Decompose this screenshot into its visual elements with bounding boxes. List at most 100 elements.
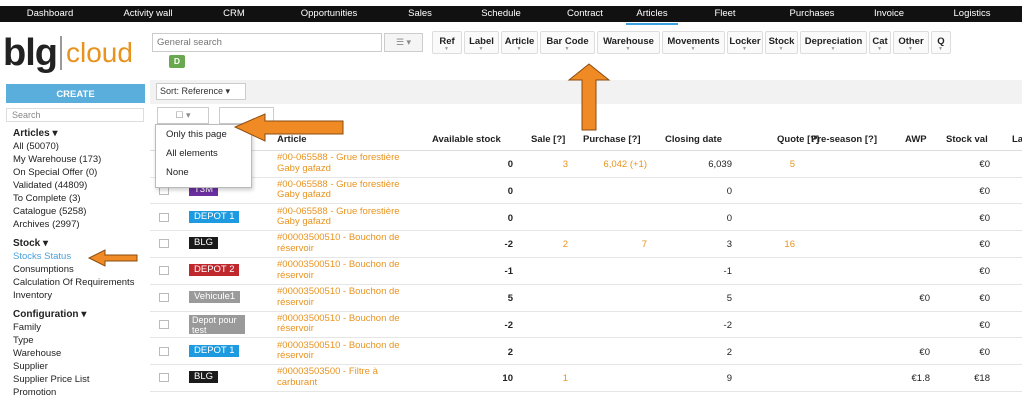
filter-badge-d[interactable]: D	[169, 55, 185, 68]
sidebar-header-configuration[interactable]: Configuration ▾	[13, 308, 153, 321]
sidebar-search-input[interactable]: Search	[6, 108, 144, 122]
filter-tab-depreciation[interactable]: Depreciation ▼	[800, 31, 867, 54]
nav-dashboard[interactable]: Dashboard	[0, 6, 100, 22]
closing-date-cell: 0	[726, 212, 732, 224]
general-search-input[interactable]	[153, 34, 351, 51]
warehouse-tag: Depot pour test	[189, 314, 245, 334]
sidebar-item-family[interactable]: Family	[13, 321, 153, 334]
filter-tab-locker[interactable]: Locker ▼	[727, 31, 763, 54]
article-link[interactable]: #00003500510 - Bouchon de réservoir	[277, 313, 417, 335]
purchase-cell[interactable]: 6,042 (+1)	[603, 159, 647, 170]
column-header-closing-date[interactable]: Closing date	[665, 134, 722, 145]
filter-tab-movements[interactable]: Movements ▼	[662, 31, 725, 54]
filter-tab-cat[interactable]: Cat ▼	[869, 31, 891, 54]
filter-tab-warehouse[interactable]: Warehouse ▼	[597, 31, 660, 54]
sidebar-item-archives-2997[interactable]: Archives (2997)	[13, 218, 153, 231]
stock-val-cell: €0	[979, 319, 990, 331]
row-checkbox[interactable]	[159, 346, 169, 356]
sidebar-item-my-warehouse-173[interactable]: My Warehouse (173)	[13, 153, 153, 166]
sidebar-header-articles[interactable]: Articles ▾	[13, 127, 153, 140]
article-link[interactable]: #00-065588 - Grue forestière Gaby gafazd	[277, 152, 417, 174]
filter-tab-stock[interactable]: Stock ▼	[765, 31, 798, 54]
select-option-none[interactable]: None	[156, 163, 251, 182]
nav-invoice[interactable]: Invoice	[856, 6, 922, 22]
table-row[interactable]: Vehicule1 #00003500510 - Bouchon de réser…	[150, 284, 1022, 312]
article-link[interactable]: #00003503500 - Filtre à carburant	[277, 367, 417, 388]
sidebar-item-promotion[interactable]: Promotion	[13, 386, 153, 399]
app-logo[interactable]: blg cloud	[3, 33, 133, 73]
filter-tab-ref[interactable]: Ref ▼	[432, 31, 462, 54]
column-header-pre-season[interactable]: Pre-season [?]	[811, 134, 877, 145]
stock-val-cell: €18	[974, 373, 990, 385]
table-row[interactable]: Depot pour test #00003500510 - Bouchon de…	[150, 311, 1022, 339]
nav-purchases[interactable]: Purchases	[768, 6, 856, 22]
filter-tab-label[interactable]: Label ▼	[464, 31, 499, 54]
sale-cell[interactable]: 2	[563, 239, 568, 250]
sidebar-item-to-complete-3[interactable]: To Complete (3)	[13, 192, 153, 205]
stock-val-cell: €0	[979, 212, 990, 224]
sidebar-item-supplier-price-list[interactable]: Supplier Price List	[13, 373, 153, 386]
nav-logistics[interactable]: Logistics	[922, 6, 1022, 22]
column-header-la[interactable]: La	[1012, 134, 1022, 145]
article-link[interactable]: #00-065588 - Grue forestière Gaby gafazd	[277, 206, 417, 228]
article-link[interactable]: #00-065588 - Grue forestière Gaby gafazd	[277, 179, 417, 201]
purchase-cell[interactable]: 7	[642, 239, 647, 250]
table-row[interactable]: DEPOT 1 #00-065588 - Grue forestière Gaby…	[150, 204, 1022, 232]
filter-tab-other[interactable]: Other ▼	[893, 31, 929, 54]
sidebar-item-calculation-of-requirements[interactable]: Calculation Of Requirements	[13, 276, 153, 289]
row-checkbox[interactable]	[159, 266, 169, 276]
sidebar-item-supplier[interactable]: Supplier	[13, 360, 153, 373]
row-checkbox[interactable]	[159, 319, 169, 329]
nav-schedule[interactable]: Schedule	[454, 6, 548, 22]
column-header-stock-val[interactable]: Stock val	[946, 134, 988, 145]
sidebar-item-all-50070[interactable]: All (50070)	[13, 140, 153, 153]
select-all-dropdown[interactable]: ☐ ▾	[157, 107, 209, 124]
filter-tab-bar-code[interactable]: Bar Code ▼	[540, 31, 595, 54]
nav-articles[interactable]: Articles	[622, 6, 682, 25]
nav-contract[interactable]: Contract	[548, 6, 622, 22]
quote-cell[interactable]: 16	[784, 239, 795, 250]
sidebar-item-validated-44809[interactable]: Validated (44809)	[13, 179, 153, 192]
row-checkbox[interactable]	[159, 373, 169, 383]
search-options-button[interactable]: ☰ ▾	[384, 33, 423, 52]
table-row[interactable]: DEPOT 1 #00003500510 - Bouchon de réservo…	[150, 338, 1022, 366]
available-stock-cell: -2	[504, 319, 513, 331]
row-checkbox[interactable]	[159, 239, 169, 249]
row-checkbox[interactable]	[159, 293, 169, 302]
article-link[interactable]: #00003500510 - Bouchon de réservoir	[277, 233, 417, 254]
row-checkbox[interactable]	[159, 212, 169, 222]
table-row[interactable]: T3M #00-065588 - Grue forestière Gaby gaf…	[150, 177, 1022, 205]
quote-cell[interactable]: 5	[790, 159, 795, 170]
create-button[interactable]: CREATE	[6, 84, 145, 103]
sidebar-item-inventory[interactable]: Inventory	[13, 289, 153, 302]
table-row[interactable]: DEPOT 2 #00003500510 - Bouchon de réservo…	[150, 257, 1022, 285]
sidebar-item-catalogue-5258[interactable]: Catalogue (5258)	[13, 205, 153, 218]
nav-sales[interactable]: Sales	[386, 6, 454, 22]
select-option-all-elements[interactable]: All elements	[156, 144, 251, 163]
warehouse-tag: DEPOT 1	[189, 344, 240, 357]
sale-cell[interactable]: 1	[563, 373, 568, 384]
article-link[interactable]: #00003500510 - Bouchon de réservoir	[277, 259, 417, 281]
sidebar-item-on-special-offer-0[interactable]: On Special Offer (0)	[13, 166, 153, 179]
checkbox-icon: ☐	[175, 110, 184, 120]
caret-down-icon: ▼	[564, 46, 570, 52]
nav-opportunities[interactable]: Opportunities	[272, 6, 386, 22]
article-link[interactable]: #00003500510 - Bouchon de réservoir	[277, 340, 417, 362]
table-row[interactable]: #00-065588 - Grue forestière Gaby gafazd…	[150, 150, 1022, 178]
article-link[interactable]: #00003500510 - Bouchon de réservoir	[277, 286, 417, 308]
column-header-available-stock[interactable]: Available stock	[432, 134, 501, 145]
sort-dropdown[interactable]: Sort: Reference ▾	[156, 83, 246, 100]
filter-tab-article[interactable]: Article ▼	[501, 31, 538, 54]
table-row[interactable]: BLG #00003500510 - Bouchon de réservoir -2…	[150, 230, 1022, 258]
nav-crm[interactable]: CRM	[196, 6, 272, 22]
table-row[interactable]: BLG #00003503500 - Filtre à carburant 10 1 9…	[150, 364, 1022, 392]
column-header-awp[interactable]: AWP	[905, 134, 927, 145]
sidebar-item-type[interactable]: Type	[13, 334, 153, 347]
column-header-purchase[interactable]: Purchase [?]	[583, 134, 641, 145]
sidebar-item-warehouse[interactable]: Warehouse	[13, 347, 153, 360]
filter-tab-q[interactable]: Q ▼	[931, 31, 951, 54]
nav-fleet[interactable]: Fleet	[682, 6, 768, 22]
nav-activity-wall[interactable]: Activity wall	[100, 6, 196, 22]
sale-cell[interactable]: 3	[563, 159, 568, 170]
column-header-sale[interactable]: Sale [?]	[531, 134, 565, 145]
